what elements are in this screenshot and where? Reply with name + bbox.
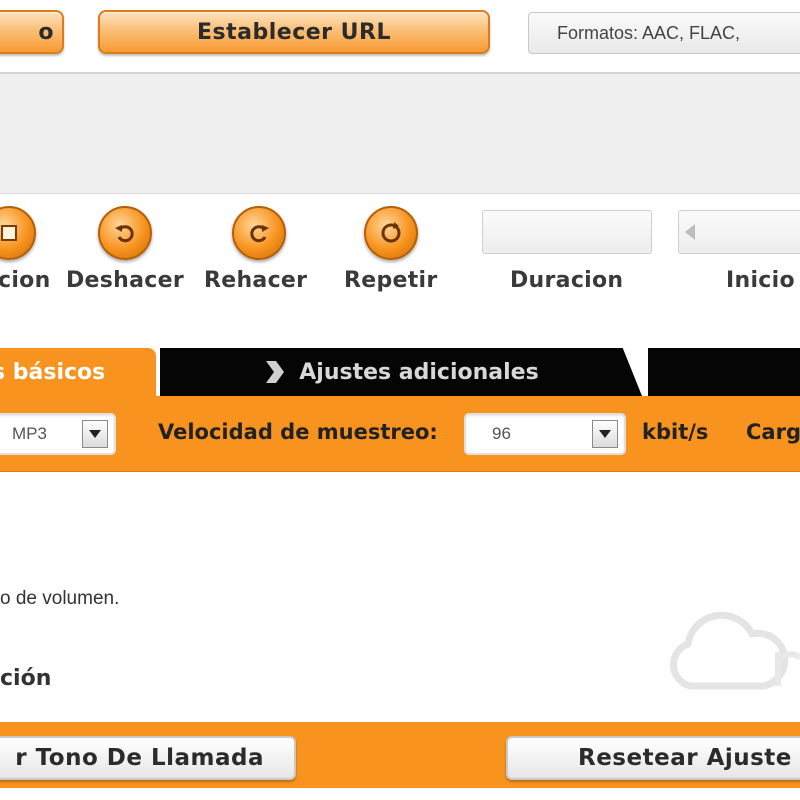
- duration-label: Duracion: [510, 268, 624, 293]
- control-repeat[interactable]: Repetir: [344, 206, 464, 296]
- formats-label: Formatos: AAC, FLAC,: [557, 22, 741, 43]
- load-label: Carg: [746, 420, 800, 444]
- start-field[interactable]: [678, 210, 800, 254]
- reset-settings-button[interactable]: Resetear Ajuste: [506, 736, 800, 780]
- control-redo[interactable]: Rehacer: [204, 206, 324, 296]
- control-partial-label: cion: [0, 268, 51, 293]
- formats-info: Formatos: AAC, FLAC,: [528, 12, 800, 54]
- undo-icon[interactable]: [98, 206, 152, 260]
- chevron-down-icon[interactable]: [82, 420, 108, 448]
- tab-additional-label: Ajustes adicionales: [299, 359, 539, 385]
- reset-settings-label: Resetear Ajuste: [578, 745, 792, 771]
- format-select[interactable]: MP3: [0, 413, 116, 455]
- tab-basic-label: s básicos: [0, 359, 106, 385]
- format-value: MP3: [12, 424, 47, 443]
- tab-basic-settings[interactable]: s básicos: [0, 348, 156, 396]
- option-text: ción: [0, 666, 52, 691]
- waveform-area[interactable]: [0, 74, 800, 194]
- control-partial[interactable]: cion: [0, 206, 60, 296]
- repeat-icon[interactable]: [364, 206, 418, 260]
- tab-third[interactable]: [648, 348, 800, 396]
- set-url-label: Establecer URL: [197, 19, 391, 45]
- create-ringtone-label: r Tono De Llamada: [15, 745, 264, 771]
- set-url-button[interactable]: Establecer URL: [98, 10, 490, 54]
- tab-additional-settings[interactable]: Ajustes adicionales: [160, 348, 642, 396]
- control-undo-label: Deshacer: [66, 268, 184, 293]
- top-bar: o Establecer URL Formatos: AAC, FLAC,: [0, 0, 800, 72]
- control-undo[interactable]: Deshacer: [66, 206, 186, 296]
- partial-icon[interactable]: [0, 206, 36, 260]
- create-ringtone-button[interactable]: r Tono De Llamada: [0, 736, 296, 780]
- cloud-logo-icon: [669, 611, 800, 690]
- duration-field[interactable]: [482, 210, 652, 254]
- chevron-down-icon[interactable]: [592, 420, 618, 448]
- left-arrow-icon[interactable]: [685, 224, 695, 240]
- volume-text: o de volumen.: [0, 588, 120, 609]
- bitrate-label: Velocidad de muestreo:: [158, 420, 438, 444]
- previous-button[interactable]: o: [0, 10, 64, 54]
- control-repeat-label: Repetir: [344, 268, 438, 293]
- chevron-right-icon: [266, 361, 285, 383]
- control-redo-label: Rehacer: [204, 268, 308, 293]
- previous-button-label: o: [38, 19, 54, 45]
- redo-icon[interactable]: [232, 206, 286, 260]
- bitrate-select[interactable]: 96: [464, 413, 626, 455]
- bitrate-unit: kbit/s: [642, 420, 709, 444]
- start-label: Inicio: [726, 268, 795, 293]
- bitrate-value: 96: [492, 424, 511, 443]
